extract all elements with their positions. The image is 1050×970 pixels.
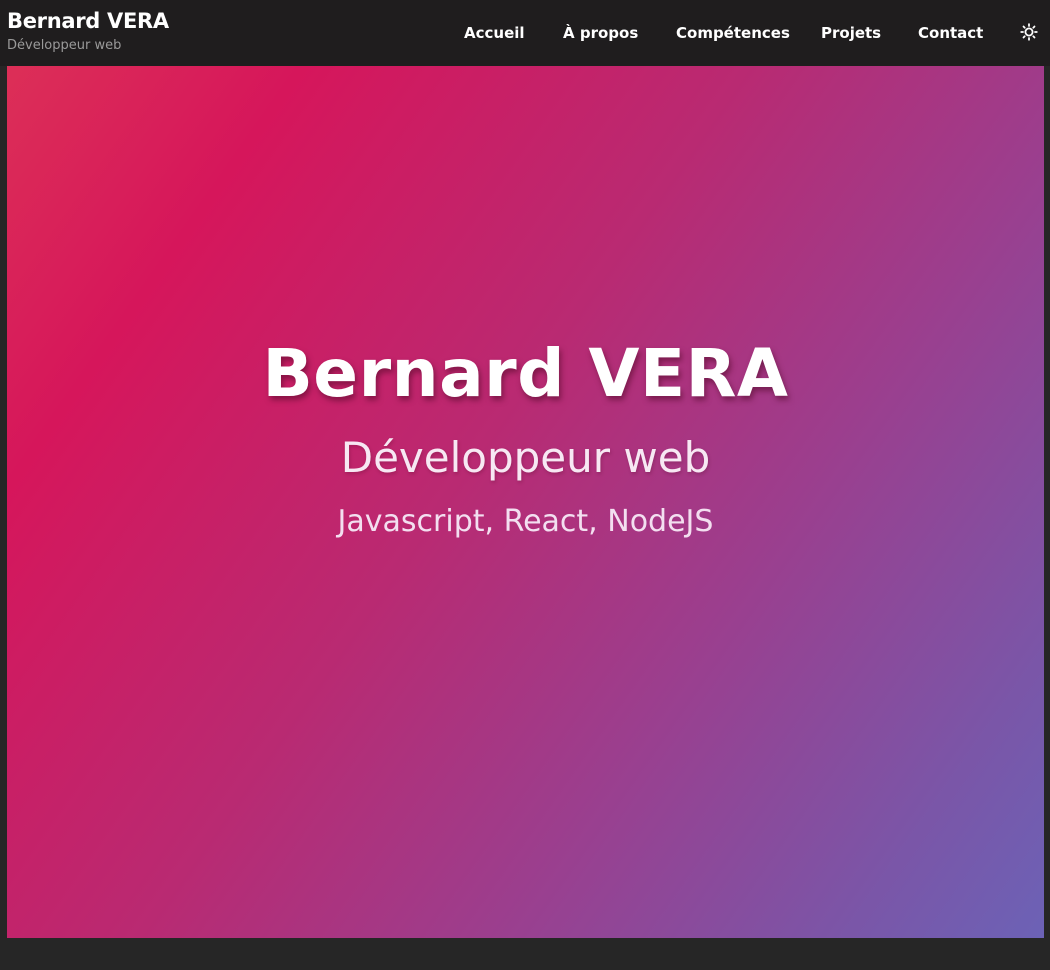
hero-content: Bernard VERA Développeur web Javascript,… (7, 334, 1044, 542)
nav-item-competences[interactable]: Compétences (676, 23, 790, 43)
hero-section: Bernard VERA Développeur web Javascript,… (7, 66, 1044, 938)
theme-toggle-button[interactable] (1020, 23, 1038, 41)
hero-title: Bernard VERA (262, 335, 789, 412)
sun-icon (1020, 23, 1038, 41)
site-header: Bernard VERA Développeur web Accueil À p… (0, 0, 1050, 66)
nav-item-a-propos[interactable]: À propos (563, 23, 638, 43)
nav-item-projets[interactable]: Projets (821, 23, 881, 43)
nav-item-accueil[interactable]: Accueil (464, 23, 525, 43)
hero-tech-stack: Javascript, React, NodeJS (337, 504, 714, 539)
main-nav: Accueil À propos Compétences Projets Con… (0, 0, 1050, 66)
nav-item-contact[interactable]: Contact (918, 23, 983, 43)
hero-role: Développeur web (340, 433, 711, 482)
